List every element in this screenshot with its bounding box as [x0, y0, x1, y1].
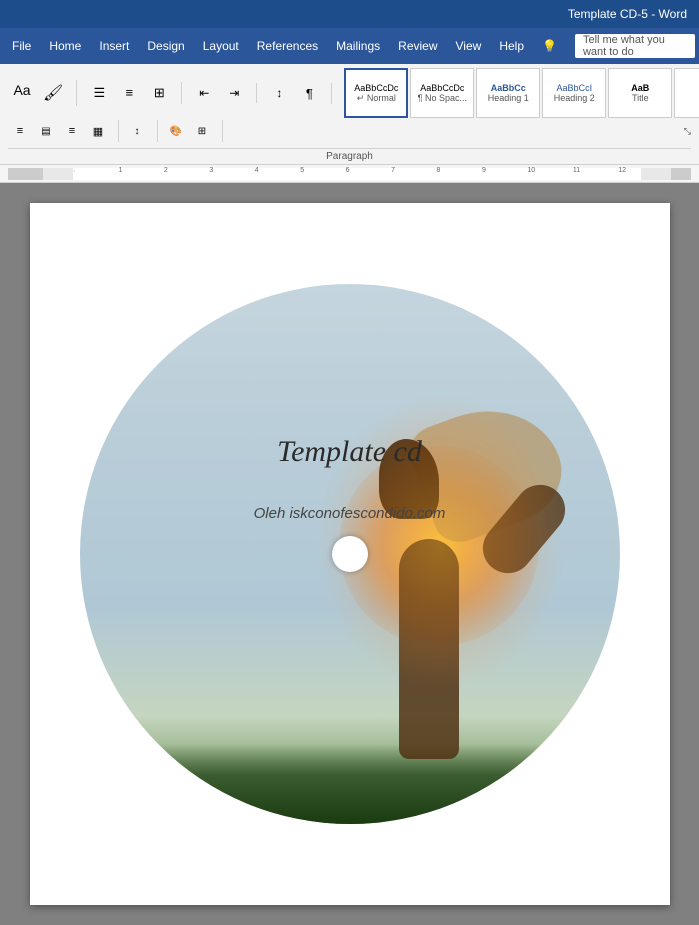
ribbon: Aa 🖌 ☰ ≡ ⊞ ⇤ ⇥ ↕ ¶ AaBbCcDc ↵ Normal [0, 64, 699, 165]
paragraph-section-label: Paragraph [8, 148, 691, 164]
menu-layout[interactable]: Layout [195, 35, 247, 57]
cd-trees [80, 744, 620, 824]
menu-home[interactable]: Home [41, 35, 89, 57]
cd-hole [332, 536, 368, 572]
style-normal-label: ↵ Normal [357, 93, 396, 104]
paragraph-expand-icon[interactable]: ⤡ [684, 126, 691, 137]
line-spacing-btn[interactable]: ↕ [125, 120, 149, 142]
title-bar-text: Template CD-5 - Word [568, 7, 687, 21]
style-h1-label: Heading 1 [488, 93, 529, 103]
align-left-btn[interactable]: ≡ [8, 120, 32, 142]
show-para-btn[interactable]: ¶ [295, 83, 323, 104]
style-gallery: AaBbCcDc ↵ Normal AaBbCcDc ¶ No Spac... … [344, 68, 699, 118]
cd-subtitle-text: Oleh iskconofescondido.com [254, 505, 446, 522]
menu-review[interactable]: Review [390, 35, 445, 57]
style-normal-preview: AaBbCcDc [354, 83, 398, 93]
style-normal[interactable]: AaBbCcDc ↵ Normal [344, 68, 408, 118]
decrease-indent-btn[interactable]: ⇤ [190, 83, 218, 103]
title-bar: Template CD-5 - Word [0, 0, 699, 28]
align-center-icon: ▤ [41, 126, 50, 137]
ruler-inner: · 1 2 3 4 5 6 7 8 9 10 11 12 [73, 168, 641, 180]
menu-file[interactable]: File [4, 35, 39, 57]
numbered-list-btn[interactable]: ≡ [115, 82, 143, 103]
shading-group: 🎨 ⊞ [164, 120, 223, 142]
bullet-list-btn[interactable]: ☰ [85, 82, 113, 104]
multilevel-list-btn[interactable]: ⊞ [145, 82, 173, 104]
align-group: ≡ ▤ ≡ ▦ [8, 120, 119, 142]
ruler: · 1 2 3 4 5 6 7 8 9 10 11 12 [0, 165, 699, 183]
search-bar[interactable]: Tell me what you want to do [575, 34, 695, 58]
menu-view[interactable]: View [448, 35, 490, 57]
menu-design[interactable]: Design [139, 35, 192, 57]
page-area: Template cd Oleh iskconofescondido.com [0, 183, 699, 925]
cd-disc: Template cd Oleh iskconofescondido.com [80, 284, 620, 824]
style-title[interactable]: AaB Title [608, 68, 672, 118]
cd-person-body [399, 539, 459, 759]
align-right-btn[interactable]: ≡ [60, 120, 84, 142]
ribbon-row1: Aa 🖌 ☰ ≡ ⊞ ⇤ ⇥ ↕ ¶ AaBbCcDc ↵ Normal [8, 68, 691, 120]
ruler-track: · 1 2 3 4 5 6 7 8 9 10 11 12 [8, 168, 691, 180]
document-page: Template cd Oleh iskconofescondido.com [30, 203, 670, 905]
increase-indent-btn[interactable]: ⇥ [220, 83, 248, 103]
menu-references[interactable]: References [249, 35, 326, 57]
style-no-space[interactable]: AaBbCcDc ¶ No Spac... [410, 68, 474, 118]
search-placeholder: Tell me what you want to do [583, 34, 687, 58]
align-right-icon: ≡ [69, 125, 75, 137]
menu-mailings[interactable]: Mailings [328, 35, 388, 57]
align-left-icon: ≡ [17, 125, 23, 137]
font-name-icon: Aa [13, 83, 30, 97]
indent-group: ⇤ ⇥ [190, 83, 257, 103]
style-h2-label: Heading 2 [554, 93, 595, 103]
line-spacing-icon: ↕ [135, 126, 140, 137]
menu-bar: File Home Insert Design Layout Reference… [0, 28, 699, 64]
sort-group: ↕ ¶ [265, 83, 332, 104]
sort-btn[interactable]: ↕ [265, 83, 293, 103]
style-heading2[interactable]: AaBbCcI Heading 2 [542, 68, 606, 118]
cd-container: Template cd Oleh iskconofescondido.com [70, 274, 630, 834]
format-painter-btn[interactable]: 🖌 [38, 80, 68, 106]
format-painter-icon: 🖌 [43, 83, 63, 103]
style-title-label: Title [632, 93, 649, 103]
font-group: Aa 🖌 [8, 80, 77, 106]
font-name-btn[interactable]: Aa [8, 80, 36, 100]
border-btn[interactable]: ⊞ [190, 120, 214, 142]
align-center-btn[interactable]: ▤ [34, 120, 58, 142]
style-subtitle[interactable]: Aa S... [674, 68, 699, 118]
cd-person-figure [359, 439, 539, 759]
menu-lightbulb-icon: 💡 [534, 35, 565, 57]
justify-btn[interactable]: ▦ [86, 120, 110, 142]
ribbon-row2: ≡ ▤ ≡ ▦ ↕ 🎨 ⊞ ⤡ [8, 120, 691, 146]
style-h2-preview: AaBbCcI [557, 83, 593, 93]
justify-icon: ▦ [93, 125, 103, 138]
style-nospace-preview: AaBbCcDc [420, 83, 464, 93]
style-heading1[interactable]: AaBbCc Heading 1 [476, 68, 540, 118]
list-group: ☰ ≡ ⊞ [85, 82, 182, 104]
style-title-preview: AaB [631, 83, 649, 93]
spacing-group: ↕ [125, 120, 158, 142]
menu-help[interactable]: Help [491, 35, 532, 57]
cd-title-text: Template cd [277, 435, 422, 469]
style-nospace-label: ¶ No Spac... [418, 93, 467, 103]
style-h1-preview: AaBbCc [491, 83, 526, 93]
menu-insert[interactable]: Insert [91, 35, 137, 57]
shading-btn[interactable]: 🎨 [164, 120, 188, 142]
